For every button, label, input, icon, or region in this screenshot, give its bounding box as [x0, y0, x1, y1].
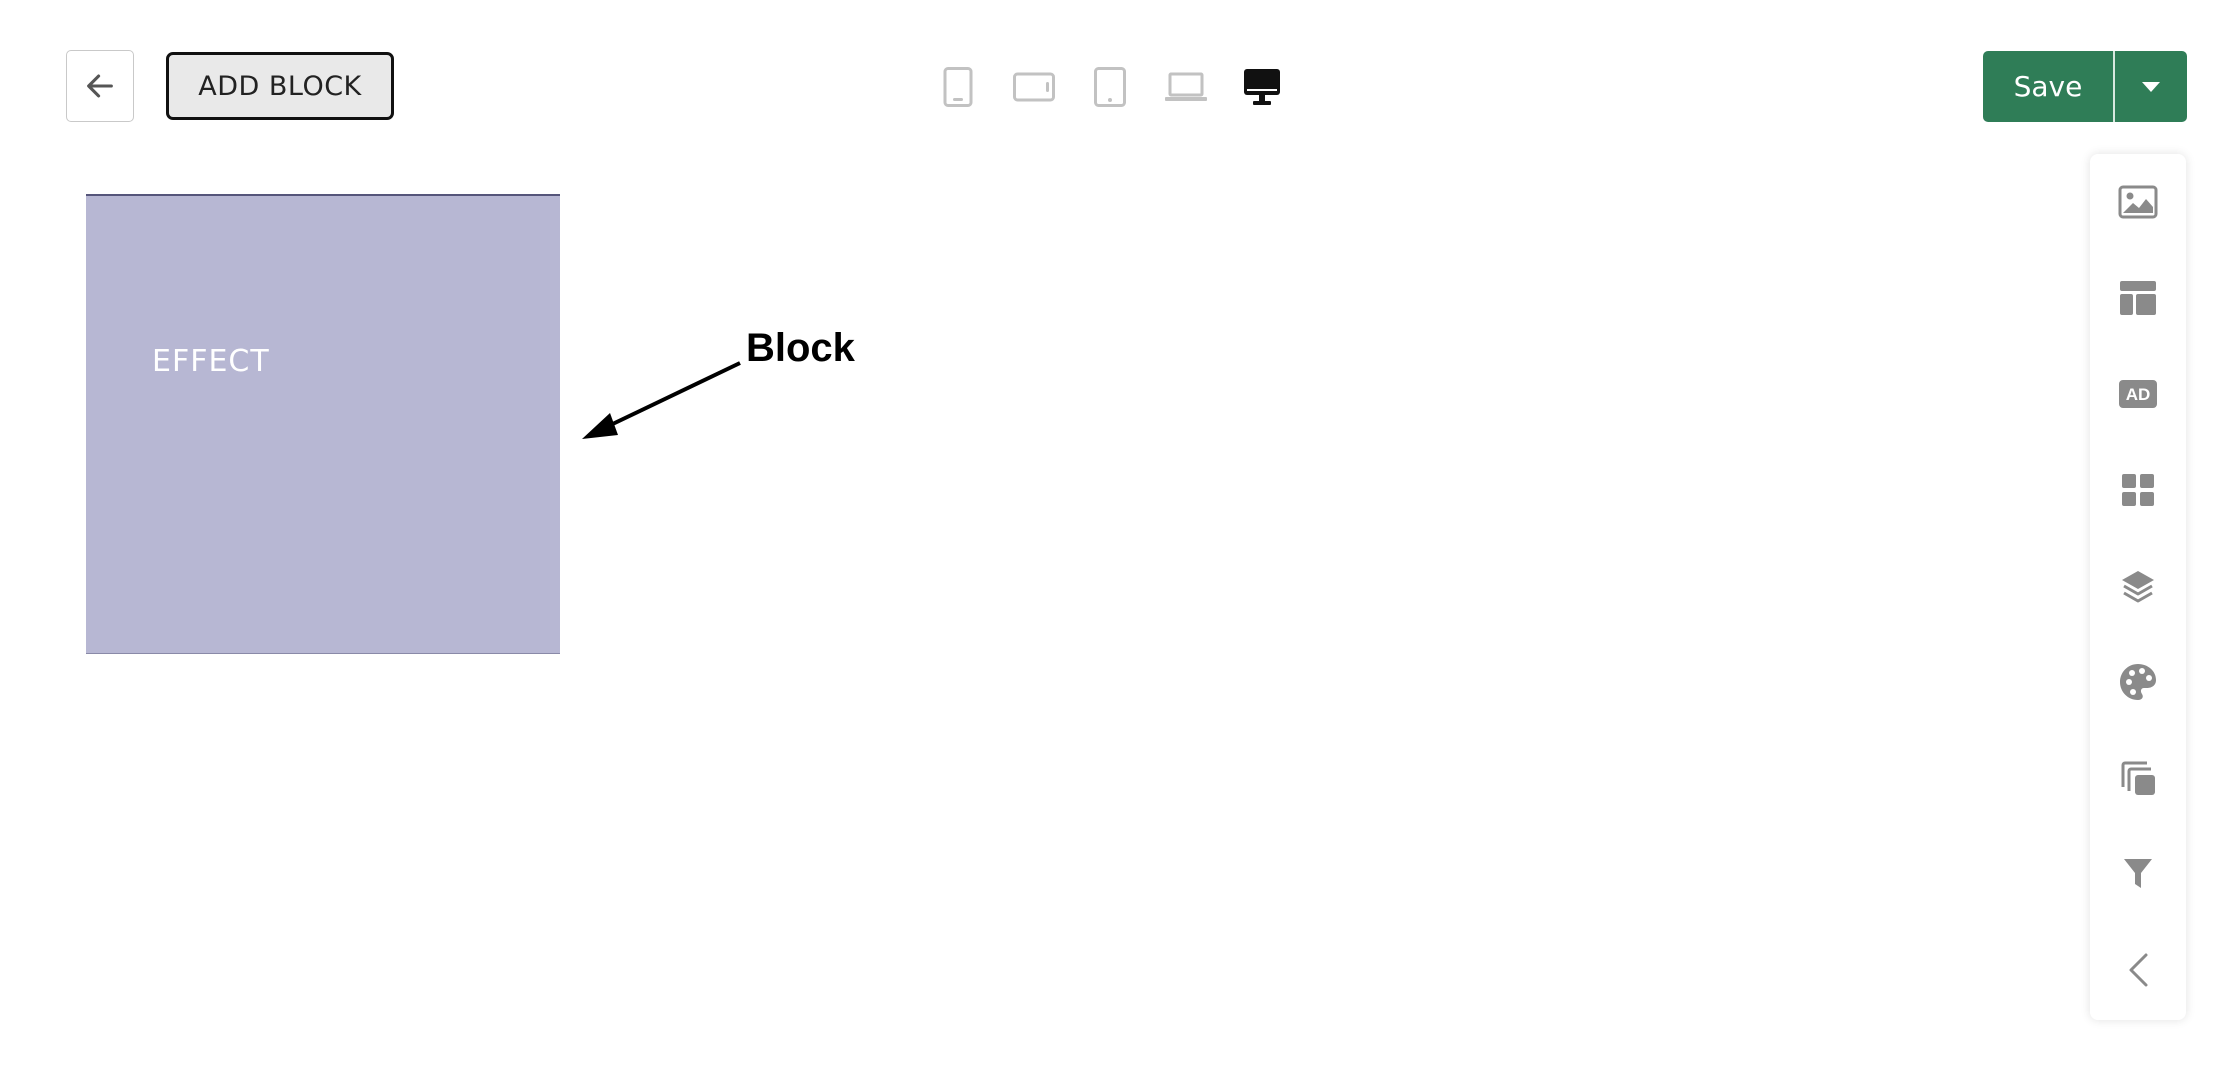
device-mobile-portrait[interactable] [920, 64, 996, 110]
device-laptop[interactable] [1148, 64, 1224, 110]
tablet-icon [1094, 67, 1126, 107]
tool-layers[interactable] [2090, 556, 2186, 616]
laptop-icon [1165, 72, 1207, 101]
tool-filter[interactable] [2090, 844, 2186, 904]
tool-layout[interactable] [2090, 268, 2186, 328]
add-block-button[interactable]: ADD BLOCK [166, 52, 394, 120]
chevron-left-icon [2129, 953, 2148, 987]
layers-icon [2122, 571, 2154, 603]
device-desktop[interactable] [1224, 64, 1300, 110]
annotation-arrow-icon [582, 361, 741, 439]
tool-widgets[interactable] [2090, 460, 2186, 520]
ad-icon: AD [2119, 380, 2157, 408]
back-button[interactable] [66, 50, 134, 122]
save-button[interactable]: Save [1983, 51, 2113, 122]
grid-icon [2122, 474, 2154, 506]
save-options-button[interactable] [2115, 51, 2187, 122]
tool-image[interactable] [2090, 172, 2186, 232]
phone-landscape-icon [1013, 72, 1055, 102]
tool-theme[interactable] [2090, 652, 2186, 712]
device-tablet[interactable] [1072, 64, 1148, 110]
image-icon [2118, 185, 2158, 219]
device-switcher [920, 64, 1300, 110]
device-mobile-landscape[interactable] [996, 64, 1072, 110]
filter-icon [2124, 859, 2152, 888]
phone-icon [943, 67, 973, 107]
save-group: Save [1983, 51, 2187, 122]
annotation-label: Block [746, 326, 855, 370]
block-text: EFFECT [152, 344, 270, 379]
tool-collapse[interactable] [2090, 940, 2186, 1000]
content-block[interactable]: EFFECT [86, 194, 560, 654]
side-toolbar: AD [2090, 154, 2186, 1020]
editor-root: ADD BLOCK Save EFFECT Block AD [0, 0, 2232, 1066]
copy-icon [2121, 761, 2155, 795]
arrow-left-icon [87, 74, 113, 98]
caret-down-icon [2142, 81, 2160, 92]
palette-icon [2120, 664, 2156, 700]
layout-icon [2120, 281, 2156, 315]
ad-icon-text: AD [2126, 385, 2151, 404]
tool-duplicate[interactable] [2090, 748, 2186, 808]
desktop-icon [1244, 69, 1280, 105]
tool-ad[interactable]: AD [2090, 364, 2186, 424]
